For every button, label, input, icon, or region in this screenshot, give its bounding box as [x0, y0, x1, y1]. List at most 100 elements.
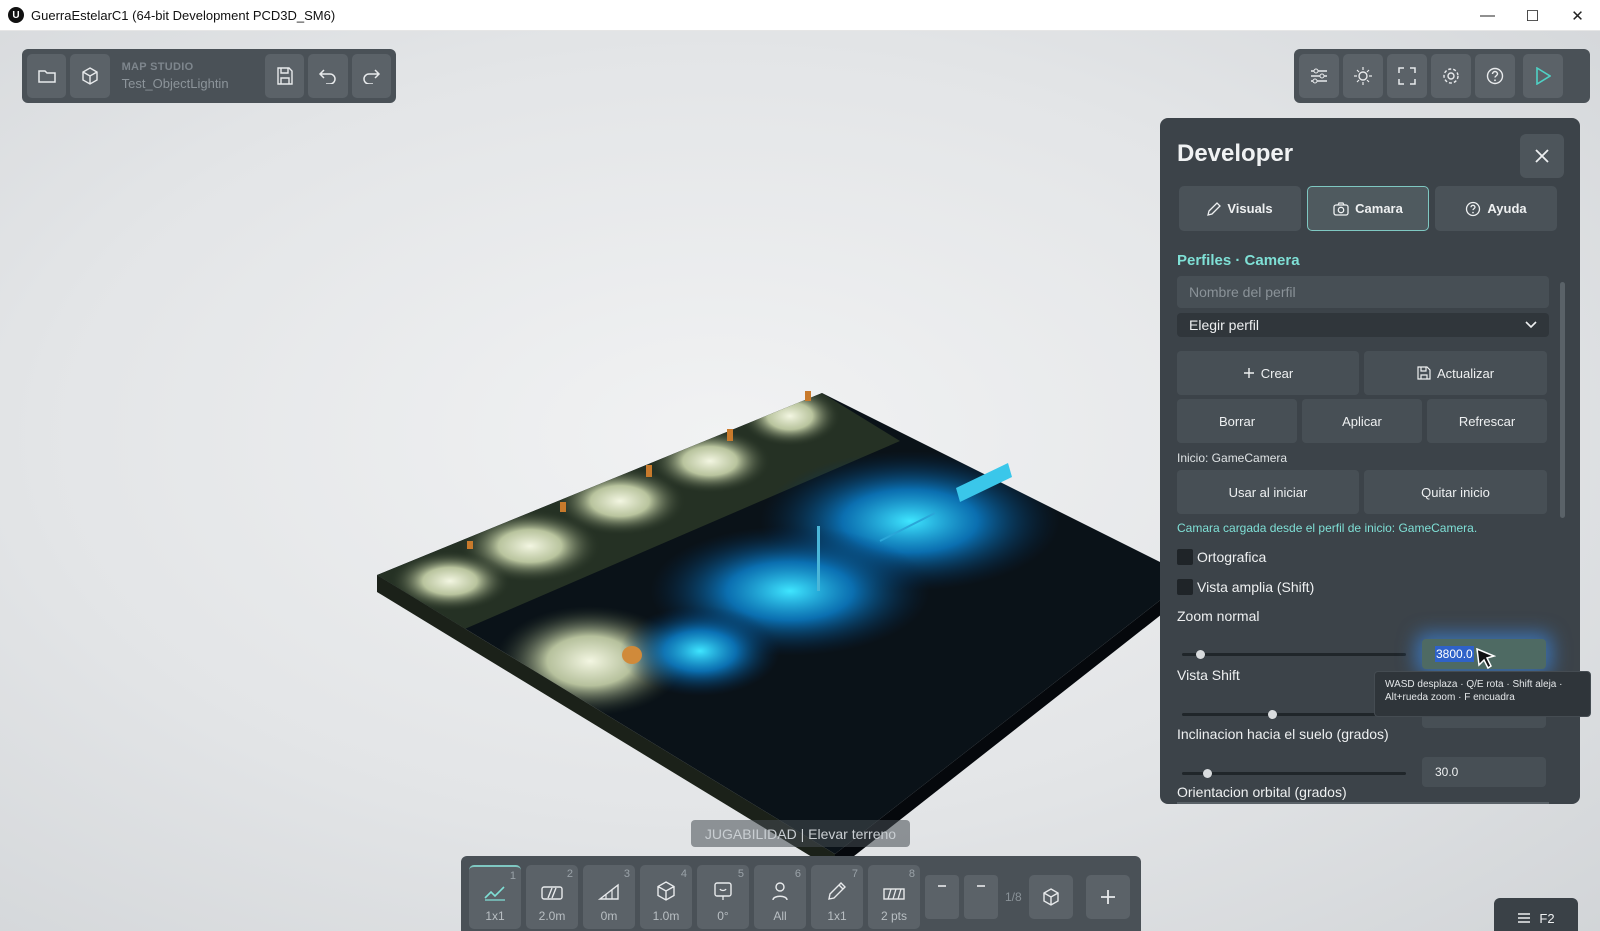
- asset-browser-button[interactable]: [1028, 875, 1073, 919]
- page-indicator: 1/8: [1005, 890, 1022, 904]
- tab-camara[interactable]: Camara: [1307, 186, 1429, 231]
- window-title: GuerraEstelarC1 (64-bit Development PCD3…: [31, 7, 336, 23]
- folder-icon: [37, 70, 56, 83]
- tab-visuals[interactable]: Visuals: [1179, 186, 1301, 231]
- orientacion-label: Orientacion orbital (grados): [1177, 784, 1347, 800]
- undo-button[interactable]: [308, 54, 348, 98]
- tool-number: 5: [737, 868, 744, 880]
- actualizar-button[interactable]: Actualizar: [1364, 351, 1547, 395]
- inclinacion-label: Inclinacion hacia el suelo (grados): [1177, 726, 1389, 742]
- tool-value: 1x1: [827, 909, 847, 923]
- settings-button[interactable]: [1431, 54, 1471, 98]
- quitar-inicio-button[interactable]: Quitar inicio: [1364, 470, 1547, 514]
- maximize-button[interactable]: ☐: [1510, 0, 1555, 31]
- tool-6[interactable]: 6 All: [754, 865, 806, 929]
- minimize-button[interactable]: —: [1465, 0, 1510, 31]
- open-folder-button[interactable]: [27, 54, 67, 98]
- viewport-toolbar: [1294, 49, 1590, 103]
- tool-value: 0°: [717, 909, 729, 923]
- checkbox-label: Vista amplia (Shift): [1197, 579, 1315, 595]
- aplicar-button[interactable]: Aplicar: [1302, 399, 1422, 443]
- inclinacion-slider[interactable]: [1182, 769, 1406, 778]
- tool-3[interactable]: 3 0m: [583, 865, 635, 929]
- slope-icon: [598, 883, 619, 900]
- refrescar-button[interactable]: Refrescar: [1427, 399, 1547, 443]
- points-icon: [883, 888, 905, 900]
- menu-button[interactable]: [1299, 54, 1339, 98]
- zoom-normal-label: Zoom normal: [1177, 608, 1260, 624]
- usar-al-iniciar-button[interactable]: Usar al iniciar: [1177, 470, 1359, 514]
- plus-icon: [1243, 368, 1254, 378]
- tool-value: 0m: [600, 909, 618, 923]
- profile-name-input[interactable]: Nombre del perfil: [1177, 276, 1549, 308]
- tool-number: 3: [623, 868, 630, 880]
- gear-icon: [1443, 68, 1459, 84]
- tool-bar: 1 1x1 2 2.0m 3 0m 4 1.0m 5 0° 6 All 7 1x…: [461, 856, 1141, 931]
- actualizar-label: Actualizar: [1436, 365, 1495, 381]
- redo-icon: [363, 69, 381, 84]
- inclinacion-value: 30.0: [1435, 765, 1459, 779]
- slider-knob[interactable]: [1195, 650, 1205, 659]
- panel-scrollbar[interactable]: [1560, 282, 1565, 518]
- tool-5[interactable]: 5 0°: [697, 865, 749, 929]
- tooltip-line-2: Alt+rueda zoom · F encuadra: [1385, 692, 1515, 703]
- previous-page-button[interactable]: [925, 875, 959, 919]
- cube-icon: [657, 881, 675, 901]
- undo-icon: [318, 69, 336, 84]
- pencil-icon: [1207, 201, 1222, 216]
- tab-label: Ayuda: [1487, 201, 1527, 216]
- save-icon: [277, 67, 293, 85]
- next-page-button[interactable]: [964, 875, 998, 919]
- camera-icon: [1333, 201, 1349, 216]
- zoom-normal-value: 3800.0: [1435, 646, 1474, 662]
- zoom-normal-slider[interactable]: [1182, 650, 1406, 659]
- help-icon: [1486, 67, 1504, 85]
- play-button[interactable]: [1523, 54, 1563, 98]
- brush-size-icon: [541, 886, 563, 900]
- close-panel-button[interactable]: [1520, 134, 1564, 178]
- save-button[interactable]: [265, 54, 305, 98]
- rotate-icon: [714, 882, 732, 900]
- save-icon: [1417, 366, 1431, 380]
- fullscreen-button[interactable]: [1387, 54, 1427, 98]
- tool-8[interactable]: 8 2 pts: [868, 865, 920, 929]
- box-icon: [82, 67, 98, 85]
- tool-4[interactable]: 4 1.0m: [640, 865, 692, 929]
- 3d-viewport[interactable]: MAP STUDIO Test_ObjectLightin JUGABILIDA…: [0, 31, 1600, 931]
- close-icon: [1535, 149, 1549, 163]
- help-button[interactable]: [1475, 54, 1515, 98]
- ortografica-checkbox[interactable]: Ortografica: [1177, 549, 1266, 565]
- vista-amplia-checkbox[interactable]: Vista amplia (Shift): [1177, 579, 1314, 595]
- add-button[interactable]: [1085, 875, 1130, 919]
- sliders-icon: [1311, 68, 1327, 84]
- tool-number: 8: [908, 868, 915, 880]
- borrar-button[interactable]: Borrar: [1177, 399, 1297, 443]
- redo-button[interactable]: [351, 54, 391, 98]
- profile-select-value: Elegir perfil: [1189, 317, 1260, 333]
- vista-shift-slider[interactable]: [1182, 710, 1406, 719]
- close-window-button[interactable]: ✕: [1555, 0, 1600, 31]
- asset-box-button[interactable]: [70, 54, 110, 98]
- unreal-logo-icon: U: [8, 7, 24, 23]
- tab-label: Visuals: [1227, 201, 1273, 216]
- panel-tabs: Visuals Camara Ayuda: [1179, 186, 1557, 231]
- f2-panel-toggle-button[interactable]: F2: [1494, 898, 1578, 931]
- tooltip-line-1: WASD desplaza · Q/E rota · Shift aleja ·: [1385, 679, 1563, 690]
- profile-select[interactable]: Elegir perfil: [1177, 313, 1549, 337]
- map-name: Test_ObjectLightin: [121, 76, 229, 91]
- tool-7[interactable]: 7 1x1: [811, 865, 863, 929]
- lighting-button[interactable]: [1343, 54, 1383, 98]
- crear-button[interactable]: Crear: [1177, 351, 1359, 395]
- slider-knob[interactable]: [1202, 769, 1212, 778]
- person-icon: [772, 882, 788, 901]
- inclinacion-input[interactable]: 30.0: [1422, 757, 1546, 787]
- help-icon: [1466, 201, 1481, 216]
- tool-value: All: [773, 909, 787, 923]
- mode-label: JUGABILIDAD | Elevar terreno: [691, 820, 910, 847]
- tab-ayuda[interactable]: Ayuda: [1435, 186, 1557, 231]
- tool-1[interactable]: 1 1x1: [469, 865, 521, 929]
- pencil-icon: [828, 882, 846, 900]
- tool-2[interactable]: 2 2.0m: [526, 865, 578, 929]
- slider-knob[interactable]: [1267, 710, 1277, 719]
- tool-number: 6: [794, 868, 801, 880]
